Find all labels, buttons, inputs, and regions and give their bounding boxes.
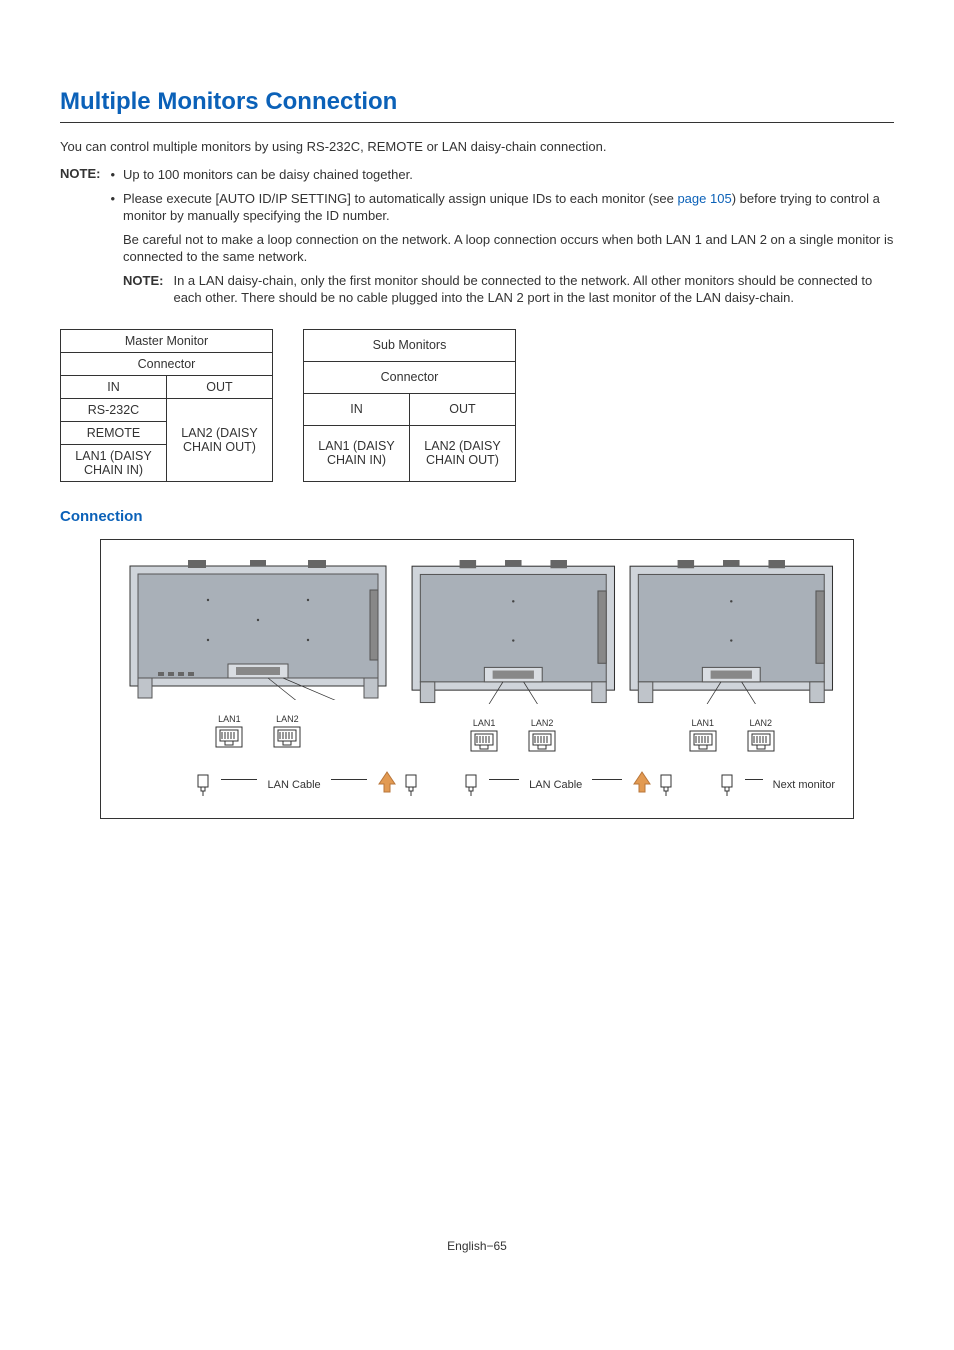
ports-row-2: LAN1 LAN2 (470, 718, 556, 752)
lan2-label: LAN2 (531, 718, 554, 728)
monitor-2: LAN1 LAN2 (410, 560, 617, 753)
inner-note: NOTE: In a LAN daisy-chain, only the fir… (123, 272, 894, 307)
next-monitor-label: Next monitor (773, 779, 835, 791)
ethernet-port-icon (689, 730, 717, 752)
note-bullets: Up to 100 monitors can be daisy chained … (110, 166, 894, 323)
connection-diagram: LAN1 LAN2 (100, 539, 854, 820)
master-monitor-table: Master Monitor Connector IN OUT RS-232C … (60, 329, 273, 482)
master-lan1: LAN1 (DAISY CHAIN IN) (61, 444, 167, 481)
note-label: NOTE: (60, 166, 100, 323)
lan1-label: LAN1 (218, 714, 241, 724)
page-title: Multiple Monitors Connection (60, 88, 894, 123)
rj45-plug-icon (195, 774, 211, 796)
ethernet-port-icon (747, 730, 775, 752)
arrow-up-icon (632, 770, 652, 800)
bullet-1: Up to 100 monitors can be daisy chained … (110, 166, 894, 184)
sub-header: Sub Monitors (304, 329, 516, 361)
rj45-plug-icon (403, 774, 419, 796)
ethernet-port-icon (273, 726, 301, 748)
ethernet-port-icon (528, 730, 556, 752)
note-block: NOTE: Up to 100 monitors can be daisy ch… (60, 166, 894, 323)
sub-out-header: OUT (410, 393, 516, 425)
master-lan2: LAN2 (DAISY CHAIN OUT) (167, 398, 273, 481)
lan1-label: LAN1 (473, 718, 496, 728)
bullet-2-prefix: Please execute [AUTO ID/IP SETTING] to a… (123, 191, 677, 206)
rj45-plug-icon (719, 774, 735, 796)
bullet-2-para2: Be careful not to make a loop connection… (123, 231, 894, 266)
monitor-back-icon (410, 560, 617, 705)
sub-lan2: LAN2 (DAISY CHAIN OUT) (410, 425, 516, 481)
sub-lan1: LAN1 (DAISY CHAIN IN) (304, 425, 410, 481)
master-in-header: IN (61, 375, 167, 398)
page-footer: English−65 (60, 1239, 894, 1253)
rj45-plug-icon (658, 774, 674, 796)
master-remote: REMOTE (61, 421, 167, 444)
page-link[interactable]: page 105 (677, 191, 731, 206)
lan-cable-label-1: LAN Cable (267, 779, 320, 791)
arrow-up-icon (377, 770, 397, 800)
inner-note-text: In a LAN daisy-chain, only the first mon… (173, 272, 894, 307)
master-header: Master Monitor (61, 329, 273, 352)
ethernet-port-icon (470, 730, 498, 752)
cable-segment-1 (195, 774, 211, 796)
monitor-3: LAN1 LAN2 (628, 560, 835, 753)
lan2-label: LAN2 (749, 718, 772, 728)
monitor-back-icon (128, 560, 388, 700)
connection-heading: Connection (60, 508, 894, 525)
bullet-1-text: Up to 100 monitors can be daisy chained … (123, 166, 413, 184)
master-connector-header: Connector (61, 352, 273, 375)
lan-cable-label-2: LAN Cable (529, 779, 582, 791)
ports-row-3: LAN1 LAN2 (689, 718, 775, 752)
sub-connector-header: Connector (304, 361, 516, 393)
monitor-back-icon (628, 560, 835, 705)
monitor-1: LAN1 LAN2 (119, 560, 398, 748)
master-rs232c: RS-232C (61, 398, 167, 421)
bullet-2: Please execute [AUTO ID/IP SETTING] to a… (110, 190, 894, 317)
ports-row-1: LAN1 LAN2 (215, 714, 301, 748)
inner-note-label: NOTE: (123, 272, 163, 307)
cable-row: LAN Cable LAN Cable (119, 770, 835, 800)
bullet-2-body: Please execute [AUTO ID/IP SETTING] to a… (123, 190, 894, 317)
sub-in-header: IN (304, 393, 410, 425)
lan1-label: LAN1 (691, 718, 714, 728)
connector-tables: Master Monitor Connector IN OUT RS-232C … (60, 329, 894, 482)
master-out-header: OUT (167, 375, 273, 398)
sub-monitors-table: Sub Monitors Connector IN OUT LAN1 (DAIS… (303, 329, 516, 482)
intro-text: You can control multiple monitors by usi… (60, 139, 894, 154)
ethernet-port-icon (215, 726, 243, 748)
rj45-plug-icon (463, 774, 479, 796)
lan2-label: LAN2 (276, 714, 299, 724)
